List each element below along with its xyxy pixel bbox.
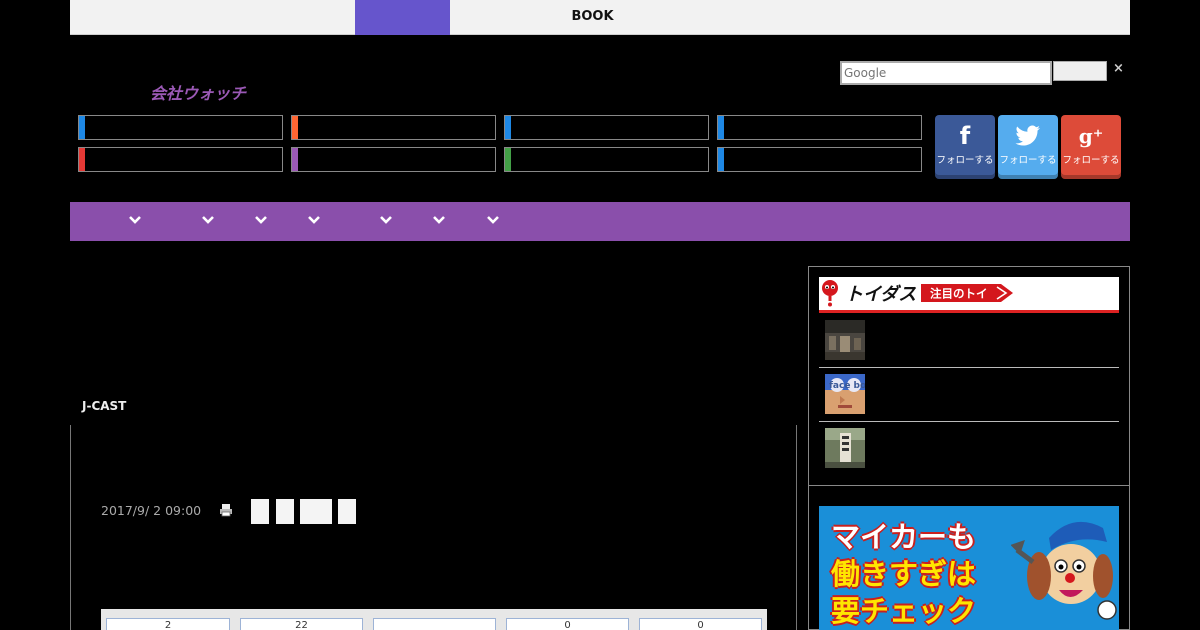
ad-headline: 働きすぎは <box>831 557 977 591</box>
ad-headline: 要チェック <box>831 594 977 628</box>
reaction-tab[interactable]: 0 <box>639 618 762 630</box>
category-link-8[interactable] <box>717 147 922 172</box>
twitter-icon <box>998 115 1058 155</box>
category-link-1[interactable] <box>78 115 283 140</box>
category-link-6[interactable] <box>291 147 496 172</box>
search-input[interactable] <box>840 61 1052 85</box>
chevron-down-icon[interactable] <box>378 212 394 228</box>
facebook-follow-button[interactable]: f フォローする <box>935 115 995 179</box>
article-source: J-CAST <box>82 399 127 413</box>
category-accent <box>718 148 724 171</box>
article-thumbnail[interactable] <box>825 428 865 468</box>
dog-mascot-icon <box>1011 521 1117 620</box>
category-accent <box>292 148 298 171</box>
share-button[interactable] <box>276 499 294 524</box>
category-accent <box>79 116 85 139</box>
article-frame <box>70 425 797 630</box>
article-thumbnail[interactable]: face bo <box>825 374 865 414</box>
share-button[interactable] <box>300 499 332 524</box>
reaction-tab[interactable]: 22 <box>240 618 363 630</box>
category-accent <box>292 116 298 139</box>
sidebar-divider <box>819 421 1119 422</box>
share-button[interactable] <box>338 499 356 524</box>
featured-tag: 注目のトイ <box>921 284 1013 302</box>
top-tab-bar: BOOK <box>70 0 1130 35</box>
chevron-down-icon[interactable] <box>485 212 501 228</box>
chevron-down-icon[interactable] <box>431 212 447 228</box>
reaction-tab[interactable] <box>373 618 496 630</box>
chevron-down-icon[interactable] <box>127 212 143 228</box>
site-logo[interactable]: 会社ウォッチ <box>150 80 246 104</box>
category-accent <box>505 148 511 171</box>
google-plus-icon: g⁺ <box>1078 124 1104 148</box>
car-maintenance-ad[interactable]: マイカーも 働きすぎは 要チェック <box>819 506 1119 630</box>
tab-book[interactable]: BOOK <box>540 0 645 34</box>
ad-headline: マイカーも <box>831 520 977 554</box>
share-button[interactable] <box>251 499 269 524</box>
follow-label: フォローする <box>999 155 1057 166</box>
question-mascot-icon <box>822 280 838 307</box>
sidebar-divider <box>808 485 1130 486</box>
facebook-icon: f <box>959 122 971 150</box>
category-link-4[interactable] <box>717 115 922 140</box>
svg-text:face bo: face bo <box>829 381 865 391</box>
reaction-tab[interactable]: 2 <box>106 618 230 630</box>
article-thumbnail[interactable] <box>825 320 865 360</box>
category-accent <box>79 148 85 171</box>
tab-active[interactable] <box>355 0 450 35</box>
category-link-2[interactable] <box>291 115 496 140</box>
sidebar-divider <box>819 367 1119 368</box>
chevron-down-icon[interactable] <box>200 212 216 228</box>
article-date: 2017/9/ 2 09:00 <box>101 503 202 518</box>
chevron-down-icon[interactable] <box>306 212 322 228</box>
search-button[interactable] <box>1053 61 1107 81</box>
google-plus-follow-button[interactable]: g⁺ フォローする <box>1061 115 1121 179</box>
category-link-5[interactable] <box>78 147 283 172</box>
category-accent <box>505 116 511 139</box>
category-accent <box>718 116 724 139</box>
main-nav <box>70 202 1130 241</box>
category-link-7[interactable] <box>504 147 709 172</box>
twitter-follow-button[interactable]: フォローする <box>998 115 1058 179</box>
close-icon[interactable]: × <box>1113 61 1124 76</box>
print-icon[interactable] <box>219 503 233 517</box>
reaction-tab[interactable]: 0 <box>506 618 629 630</box>
category-link-3[interactable] <box>504 115 709 140</box>
follow-label: フォローする <box>1062 155 1120 166</box>
toidasu-logo: トイダス <box>845 284 917 305</box>
chevron-down-icon[interactable] <box>253 212 269 228</box>
featured-tag-label: 注目のトイ <box>930 287 988 301</box>
follow-label: フォローする <box>936 155 994 166</box>
